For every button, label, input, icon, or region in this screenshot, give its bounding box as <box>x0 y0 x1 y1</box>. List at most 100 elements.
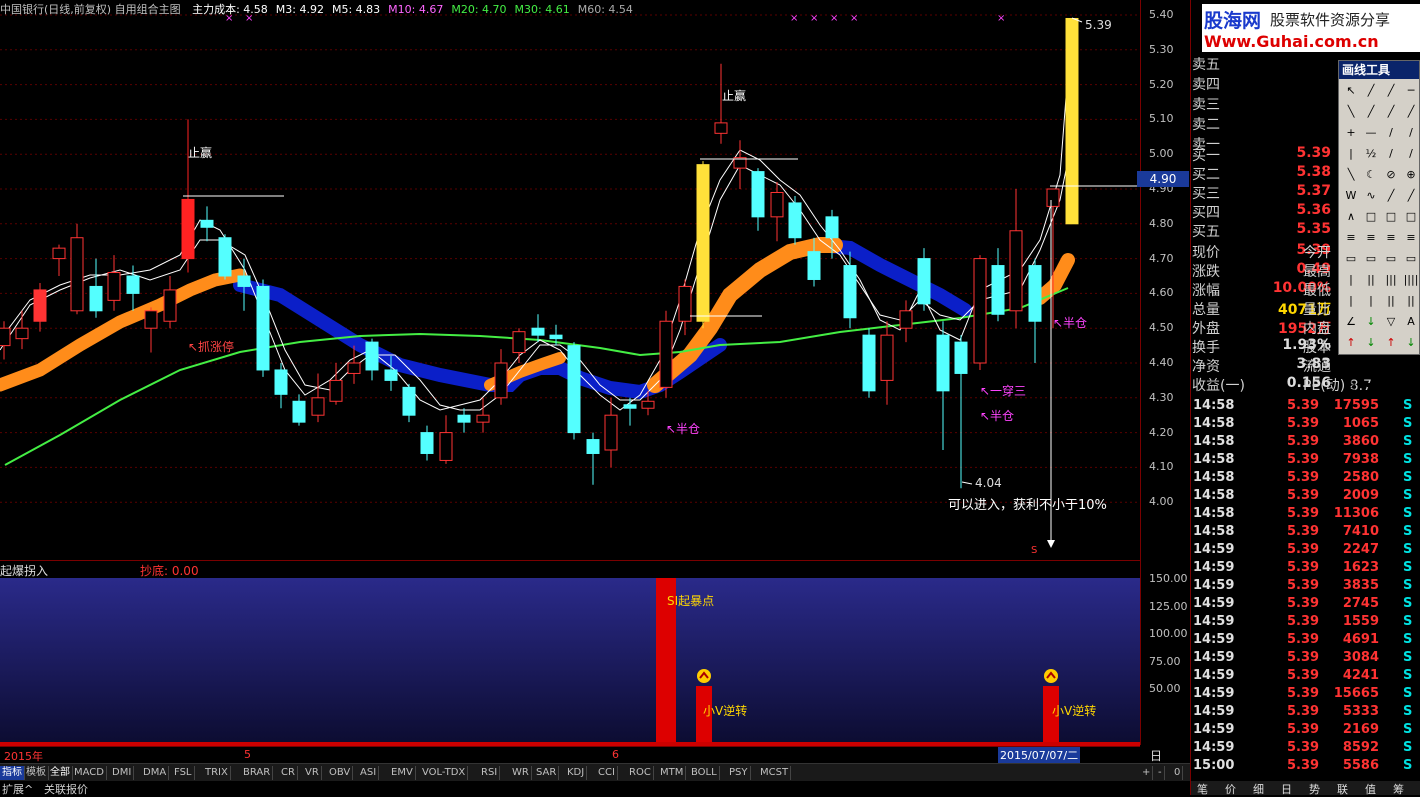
indicator-tab[interactable]: BOLL <box>689 766 720 780</box>
drawing-tool-button[interactable]: / <box>1383 146 1399 162</box>
drawing-tool-button[interactable]: / <box>1403 125 1419 141</box>
drawing-tool-button[interactable]: || <box>1383 293 1399 309</box>
drawing-tool-button[interactable]: ▤ <box>1343 377 1359 393</box>
drawing-tool-button[interactable]: ▭ <box>1363 251 1379 267</box>
drawing-tool-button[interactable]: ≡ <box>1403 230 1419 246</box>
drawing-tool-button[interactable]: || <box>1363 272 1379 288</box>
candle-body <box>200 219 214 228</box>
drawing-tool-button[interactable]: ▣ <box>1383 377 1399 393</box>
drawing-tool-button[interactable]: ∿ <box>1363 188 1379 204</box>
drawing-tool-button[interactable]: ╱ <box>1363 104 1379 120</box>
drawing-tool-button[interactable]: ↖ <box>1343 83 1359 99</box>
drawing-tool-button[interactable]: | <box>1343 272 1359 288</box>
indicator-tab[interactable]: RSI <box>479 766 501 780</box>
tick-trade-row: 14:59 5.39 1623 S <box>1191 560 1420 578</box>
trade-t: 15:00 <box>1193 758 1235 773</box>
drawing-tool-button[interactable]: ╲ <box>1343 167 1359 183</box>
drawing-tool-button[interactable]: W <box>1343 188 1359 204</box>
drawing-tool-button[interactable]: × <box>1383 356 1399 372</box>
drawing-tool-button[interactable] <box>1403 356 1419 372</box>
indicator-tab[interactable]: BRAR <box>241 766 274 780</box>
indicator-tab[interactable]: CR <box>279 766 298 780</box>
drawing-tool-button[interactable]: |||| <box>1403 272 1419 288</box>
drawing-tool-button[interactable]: || <box>1403 293 1419 309</box>
drawing-tool-button[interactable]: ≡ <box>1343 230 1359 246</box>
drawing-tool-button[interactable]: ▭ <box>1383 251 1399 267</box>
indicator-tab[interactable]: VR <box>303 766 322 780</box>
drawing-tool-button[interactable]: ≡ <box>1383 230 1399 246</box>
indicator-tab[interactable]: PSY <box>727 766 751 780</box>
indicator-tab[interactable]: FSL <box>172 766 195 780</box>
drawing-tool-button[interactable]: ╱ <box>1403 104 1419 120</box>
drawing-tool-button[interactable]: | <box>1343 293 1359 309</box>
indicator-tab[interactable]: ASI <box>358 766 380 780</box>
drawing-tool-button[interactable] <box>1403 377 1419 393</box>
drawing-tool-button[interactable]: ╱ <box>1363 83 1379 99</box>
candle-body <box>70 237 84 312</box>
drawing-tool-button[interactable]: ╱ <box>1383 188 1399 204</box>
drawing-tool-button[interactable]: ↑ <box>1343 335 1359 351</box>
drawing-tool-button[interactable]: ↓ <box>1363 335 1379 351</box>
zoom-control[interactable]: - <box>1156 766 1165 780</box>
indicator-tab[interactable]: DMA <box>141 766 170 780</box>
drawing-tool-button[interactable]: | <box>1343 146 1359 162</box>
drawing-tool-button[interactable]: ╱ <box>1403 188 1419 204</box>
drawing-tool-button[interactable]: ↓ <box>1363 314 1379 330</box>
indicator-tab[interactable]: MACD <box>72 766 107 780</box>
drawing-tool-button[interactable]: ╱ <box>1383 83 1399 99</box>
indicator-tab[interactable]: TRIX <box>203 766 231 780</box>
drawing-tool-button[interactable]: / <box>1383 125 1399 141</box>
indicator-tab[interactable]: ROC <box>627 766 654 780</box>
drawing-tool-button[interactable]: | <box>1363 293 1379 309</box>
drawing-tool-button[interactable]: — <box>1363 125 1379 141</box>
drawing-tool-button[interactable]: ≡ <box>1363 230 1379 246</box>
drawing-tool-button[interactable]: ↑ <box>1383 335 1399 351</box>
candle-body <box>402 386 416 416</box>
drawing-tool-button[interactable]: □ <box>1363 356 1379 372</box>
drawing-tool-button[interactable]: ─ <box>1403 83 1419 99</box>
drawing-tool-button[interactable]: / <box>1403 146 1419 162</box>
drawing-tool-button[interactable]: ½ <box>1363 146 1379 162</box>
drawing-tool-button[interactable]: ▭ <box>1403 251 1419 267</box>
indicator-tab[interactable]: 全部 <box>48 766 73 780</box>
candle-body <box>936 334 950 392</box>
drawing-tool-button[interactable]: ▽ <box>1383 314 1399 330</box>
indicator-tab[interactable]: DMI <box>110 766 135 780</box>
drawing-tool-button[interactable]: □ <box>1363 209 1379 225</box>
indicator-tab[interactable]: MTM <box>658 766 687 780</box>
drawing-tool-button[interactable]: + <box>1343 125 1359 141</box>
drawing-tool-button[interactable]: ☾ <box>1363 167 1379 183</box>
indicator-tab[interactable]: SAR <box>534 766 560 780</box>
indicator-tab[interactable]: EMV <box>389 766 416 780</box>
drawing-tool-button[interactable]: ⊘ <box>1383 167 1399 183</box>
drawing-tool-button[interactable]: A <box>1403 314 1419 330</box>
drawing-tool-button[interactable]: A <box>1343 356 1359 372</box>
indicator-tab[interactable]: CCI <box>596 766 618 780</box>
drawing-tool-button[interactable]: ▬ <box>1363 377 1379 393</box>
ask-row: 卖二 <box>1191 114 1339 133</box>
drawing-tool-button[interactable]: ▭ <box>1343 251 1359 267</box>
drawing-tool-button[interactable]: ⊕ <box>1403 167 1419 183</box>
indicator-tab[interactable]: OBV <box>327 766 354 780</box>
drawing-tool-button[interactable]: ↓ <box>1403 335 1419 351</box>
drawing-tools-panel[interactable]: 画线工具 ↖ ╱ ╱ ─ ╲ ╱ ╱ ╱ + — / / | ½ / / ╲ ☾ ⊘ ⊕ W ∿ ╱ ╱ ∧ □ □ □ ≡ ≡ ≡ ≡ ▭ ▭ ▭… <box>1338 60 1420 391</box>
indicator-tab[interactable]: 模板 <box>24 766 49 780</box>
drawing-tool-button[interactable]: □ <box>1403 209 1419 225</box>
candlestick-chart[interactable]: × × × × × × × <box>0 0 1140 560</box>
price-tick: 4.40 <box>1149 356 1174 369</box>
drawing-tool-button[interactable]: □ <box>1383 209 1399 225</box>
drawing-tool-button[interactable]: ╱ <box>1383 104 1399 120</box>
zoom-control[interactable]: + <box>1140 766 1154 780</box>
drawing-tool-button[interactable]: ∧ <box>1343 209 1359 225</box>
drawing-tool-button[interactable]: ∠ <box>1343 314 1359 330</box>
indicator-tab[interactable]: WR <box>510 766 532 780</box>
indicator-chart[interactable] <box>0 578 1140 746</box>
zoom-control[interactable]: 0 <box>1172 766 1184 780</box>
indicator-tab[interactable]: 指标 <box>0 766 25 780</box>
drawing-tool-button[interactable]: ╲ <box>1343 104 1359 120</box>
indicator-tab[interactable]: KDJ <box>565 766 588 780</box>
stat-row: 净资 3.83 流通 <box>1191 356 1339 375</box>
indicator-tab[interactable]: MCST <box>758 766 792 780</box>
indicator-tab[interactable]: VOL-TDX <box>420 766 469 780</box>
drawing-tool-button[interactable]: ||| <box>1383 272 1399 288</box>
